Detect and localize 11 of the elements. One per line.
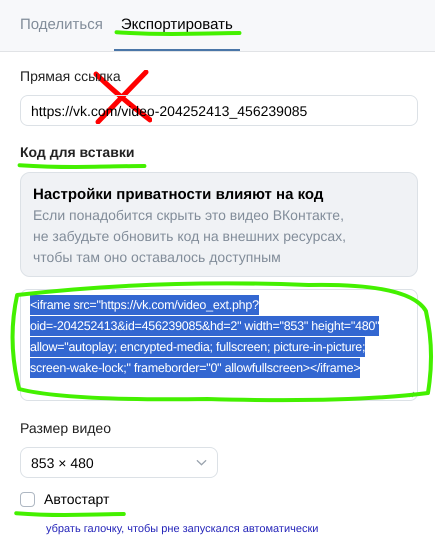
tab[interactable]: Экспортировать [114,0,240,51]
section-label: Код для вставки [20,144,134,160]
annotation-note: убрать галочку, чтобы рне запускался автоматически [46,523,320,535]
notice-title: Настройки приватности влияют на код [33,185,324,205]
size-dropdown[interactable]: 853 × 480 [20,447,218,478]
checkbox[interactable] [20,492,35,506]
field-label: Размер видео [20,420,112,436]
notice-text: Если понадобится скрыть это видео ВКонтакте, не забудьте обновить код на внешних ресурсах, чтобы там оно оставалось доступным [33,206,348,267]
checkbox-label[interactable]: Автостарт [44,491,110,507]
chevron-down-icon [196,459,207,466]
code-field[interactable]: <iframe src="https://vk.com/video_ext.php?oid=-204252413&id=456239085&hd=2" width="853" height="480" allow="autoplay; encrypted-media; fullscreen; picture-in-picture; screen-wake-lock;" frameborder="0" allowfullscreen></iframe> [20,289,418,401]
